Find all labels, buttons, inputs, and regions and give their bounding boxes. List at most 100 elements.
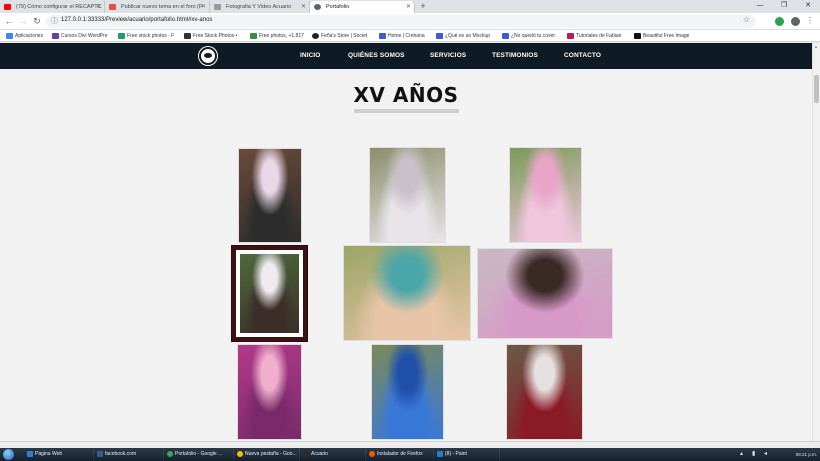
gallery-photo-3[interactable]: [510, 148, 581, 242]
tab-label: Publicar nuevo tema en el foro (P: [121, 4, 203, 10]
gallery-photo-8[interactable]: [372, 345, 443, 439]
tab-youtube[interactable]: (79) Cómo configurar el RECAPTC ✕: [0, 1, 105, 13]
bookmark-label: Feña's Store | Societ: [321, 33, 368, 39]
section-title: XV AÑOS: [353, 83, 459, 107]
taskbar-pagina-web[interactable]: Página Web: [26, 449, 94, 460]
tab-acuario[interactable]: Fotografia Y Video Acuario ✕: [210, 1, 310, 13]
unsplash-icon: [634, 33, 641, 39]
close-icon[interactable]: ✕: [406, 1, 411, 13]
new-tab-button[interactable]: +: [417, 1, 429, 12]
bookmark-cover[interactable]: ¿No quedó tu cover:: [502, 31, 562, 41]
start-button[interactable]: [3, 449, 14, 460]
tab-label: (79) Cómo configurar el RECAPTC: [16, 4, 102, 10]
profile-icon[interactable]: [791, 17, 800, 26]
taskbar-facebook[interactable]: facebook.com: [96, 449, 164, 460]
menu-icon[interactable]: ⋮: [804, 15, 816, 27]
bookmarks-bar: Aplicaciones Cursos Divi WordPre Free st…: [0, 30, 820, 42]
dreamweaver-icon: [303, 451, 309, 457]
title-underline: [354, 109, 459, 113]
forward-icon[interactable]: →: [17, 15, 29, 27]
tab-strip: (79) Cómo configurar el RECAPTC ✕ Public…: [0, 0, 820, 13]
network-icon[interactable]: ▮: [752, 450, 759, 458]
bookmark-star-icon: [567, 33, 574, 39]
bookmark-label: Cursos Divi WordPre: [61, 33, 108, 39]
crehana-icon: [502, 33, 509, 39]
maximize-button[interactable]: ❐: [772, 0, 796, 12]
bookmark-label: Free Stock Photos •: [193, 33, 238, 39]
nav-contacto[interactable]: CONTACTO: [564, 43, 601, 69]
tab-forum[interactable]: Publicar nuevo tema en el foro (P ✕: [105, 1, 210, 13]
tab-label: Fotografia Y Video Acuario: [226, 4, 292, 10]
taskbar-firefox[interactable]: Instalador de Firefox: [368, 449, 434, 460]
taskbar-paint[interactable]: (8) - Paint: [436, 449, 500, 460]
divi-icon: [52, 33, 59, 39]
bookmark-free-stock-photos-2[interactable]: Free Stock Photos •: [184, 31, 246, 41]
nav-quienes-somos[interactable]: QUIÉNES SOMOS: [348, 43, 405, 69]
volume-icon[interactable]: ◂: [764, 450, 771, 458]
extension-check-icon[interactable]: [775, 17, 784, 26]
taskbar-chrome-portafolio[interactable]: Portafolio - Google ...: [166, 449, 234, 460]
gallery-photo-5[interactable]: [344, 246, 470, 340]
bookmark-beautiful-free-images[interactable]: Beautiful Free Image: [634, 31, 704, 41]
chrome-icon: [237, 451, 243, 457]
gallery-photo-1[interactable]: [239, 149, 301, 242]
gallery-photo-7[interactable]: [238, 345, 301, 439]
address-bar[interactable]: ⓘ 127.0.0.1:33333/Preview/acuario/portaf…: [46, 15, 756, 28]
scroll-thumb[interactable]: [814, 75, 819, 103]
info-icon[interactable]: ⓘ: [51, 16, 58, 26]
tab-portafolio[interactable]: Portafolio ✕: [310, 1, 415, 13]
taskbar-label: facebook.com: [105, 451, 137, 457]
bookmark-label: Aplicaciones: [15, 33, 44, 39]
bookmark-apps[interactable]: Aplicaciones: [6, 31, 52, 41]
bookmark-label: ¿Qué es un Mockup: [445, 33, 491, 39]
back-icon[interactable]: ←: [3, 15, 15, 27]
crehana-icon: [379, 33, 386, 39]
gallery-photo-4-hover[interactable]: [232, 246, 307, 341]
globe-icon: [314, 4, 321, 10]
bookmark-free-stock-photos[interactable]: Free stock photos - F: [118, 31, 178, 41]
close-window-button[interactable]: ✕: [796, 0, 820, 12]
nav-servicios[interactable]: SERVICIOS: [430, 43, 466, 69]
nav-testimonios[interactable]: TESTIMONIOS: [492, 43, 538, 69]
folder-icon: [27, 451, 33, 457]
pexels-icon: [118, 33, 125, 39]
bookmark-crehana[interactable]: Home | Crehana: [379, 31, 433, 41]
site-logo[interactable]: [199, 47, 217, 65]
minimize-button[interactable]: —: [748, 0, 772, 12]
gallery-photo-2[interactable]: [370, 148, 445, 242]
system-clock[interactable]: 08:21 p.m.: [796, 449, 817, 457]
tab-label: Portafolio: [326, 4, 350, 10]
close-icon[interactable]: ✕: [301, 1, 306, 13]
nav-inicio[interactable]: INICIO: [300, 43, 320, 69]
scroll-up-icon[interactable]: ▲: [814, 44, 818, 49]
show-hidden-icons-icon[interactable]: ▴: [740, 450, 747, 458]
close-icon[interactable]: ✕: [96, 1, 101, 13]
page-viewport: INICIO QUIÉNES SOMOS SERVICIOS TESTIMONI…: [0, 43, 812, 441]
bookmark-free-photos[interactable]: Free photos, +1.817: [250, 31, 308, 41]
youtube-icon: [4, 4, 11, 10]
taskbar-chrome-nueva[interactable]: Nueva pestaña - Goo...: [236, 449, 300, 460]
bookmark-mockup[interactable]: ¿Qué es un Mockup: [436, 31, 500, 41]
taskbar-label: Acuario: [311, 451, 328, 457]
bookmark-label: Home | Crehana: [388, 33, 425, 39]
gallery-photo-6[interactable]: [478, 249, 612, 338]
paint-icon: [437, 451, 443, 457]
apps-grid-icon: [6, 33, 13, 39]
taskbar-label: Instalador de Firefox: [377, 451, 423, 457]
bookmark-fenas-store[interactable]: Feña's Store | Societ: [312, 31, 372, 41]
star-icon[interactable]: ☆: [743, 15, 750, 24]
clock-time: 08:21 p.m.: [795, 452, 817, 457]
bookmark-label: Free stock photos - F: [127, 33, 175, 39]
bookmark-tutoriales-fabian[interactable]: Tutoriales de Fabian: [567, 31, 631, 41]
taskbar-acuario[interactable]: Acuario: [302, 449, 366, 460]
reload-icon[interactable]: ↻: [31, 15, 43, 27]
taskbar-label: Nueva pestaña - Goo...: [245, 451, 297, 457]
freepik-icon: [250, 33, 257, 39]
bookmark-label: ¿No quedó tu cover:: [511, 33, 557, 39]
gallery-photo-9[interactable]: [507, 345, 582, 439]
crehana-icon: [436, 33, 443, 39]
bookmark-cursos-divi[interactable]: Cursos Divi WordPre: [52, 31, 114, 41]
store-icon: [312, 33, 319, 39]
close-icon[interactable]: ✕: [201, 1, 206, 13]
page-scrollbar[interactable]: ▲: [812, 43, 820, 441]
